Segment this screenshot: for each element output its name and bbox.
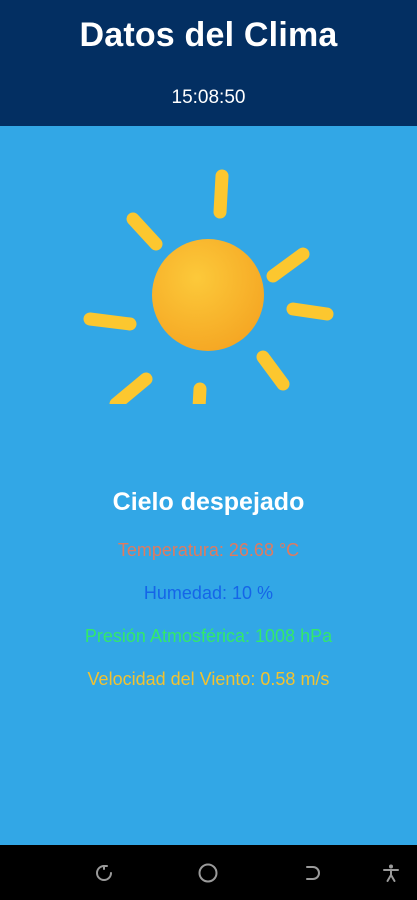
system-navigation-bar: [0, 845, 417, 900]
humidity-unit: %: [257, 583, 274, 603]
accessibility-icon[interactable]: [377, 859, 405, 887]
pressure-reading: Presión Atmosférica: 1008 hPa: [0, 626, 417, 647]
temperature-reading: Temperatura: 26.68 °C: [0, 540, 417, 561]
weather-panel: Cielo despejado Temperatura: 26.68 °C Hu…: [0, 126, 417, 845]
clock-time: 15:08:50: [171, 87, 246, 108]
pressure-unit: hPa: [300, 626, 333, 646]
page-title: Datos del Clima: [79, 16, 338, 54]
humidity-reading: Humedad: 10 %: [0, 583, 417, 604]
pressure-label: Presión Atmosférica:: [84, 626, 250, 646]
wind-value: 0.58: [260, 669, 296, 689]
app-header: Datos del Clima 15:08:50: [0, 0, 417, 126]
temperature-label: Temperatura:: [117, 540, 224, 560]
back-icon[interactable]: [297, 859, 325, 887]
temperature-unit: °C: [278, 540, 300, 560]
home-icon[interactable]: [194, 859, 222, 887]
wind-unit: m/s: [300, 669, 330, 689]
humidity-value: 10: [232, 583, 253, 603]
wind-speed-reading: Velocidad del Viento: 0.58 m/s: [0, 669, 417, 690]
sun-disc: [152, 239, 264, 351]
weather-condition: Cielo despejado: [112, 488, 305, 516]
recent-apps-icon[interactable]: [90, 859, 118, 887]
pressure-value: 1008: [255, 626, 296, 646]
temperature-value: 26.68: [228, 540, 274, 560]
humidity-label: Humedad:: [143, 583, 227, 603]
sun-icon: [83, 169, 334, 404]
wind-label: Velocidad del Viento:: [87, 669, 256, 689]
